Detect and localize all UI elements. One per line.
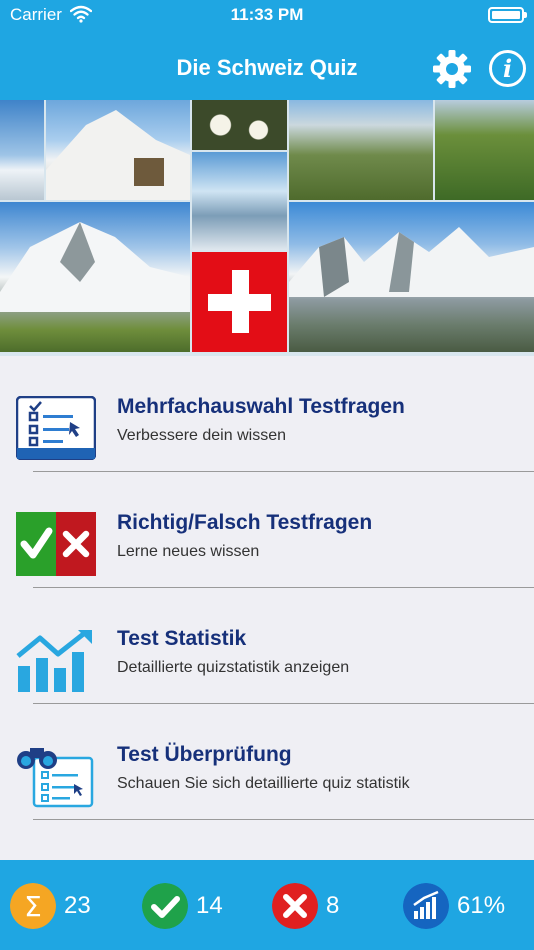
growth-chart-icon [403, 883, 449, 929]
alpine-peak-photo [0, 100, 44, 200]
alpine-flowers-photo [435, 100, 534, 200]
stat-wrong-value: 8 [326, 892, 340, 919]
menu-item-title: Mehrfachauswahl Testfragen [117, 395, 405, 418]
sum-glyph: Σ [24, 890, 42, 923]
edelweiss-photo [192, 100, 287, 150]
menu-item-review[interactable]: Test Überprüfung Schauen Sie sich detail… [0, 704, 534, 820]
mountain-peak-shape [0, 222, 190, 312]
monch-peak-photo [0, 202, 190, 352]
checklist-icon [16, 396, 96, 460]
review-binoculars-icon [17, 748, 94, 808]
menu-item-title: Test Überprüfung [117, 743, 292, 766]
sum-icon: Σ [10, 883, 56, 929]
eiger-monch-jungfrau-photo [289, 202, 534, 352]
battery-icon [488, 7, 527, 23]
info-icon[interactable]: i [489, 50, 526, 87]
status-bar: Carrier 11:33 PM [0, 0, 534, 30]
glacier-lake-photo [192, 152, 287, 250]
cross-icon [272, 883, 318, 929]
stat-percent-value: 61% [457, 892, 506, 919]
main-menu: Mehrfachauswahl Testfragen Verbessere de… [0, 356, 534, 860]
statistics-chart-icon [16, 630, 92, 692]
jungfraujoch-station-photo [46, 100, 190, 200]
menu-item-multiple-choice[interactable]: Mehrfachauswahl Testfragen Verbessere de… [0, 356, 534, 472]
menu-item-subtitle: Verbessere dein wissen [117, 427, 286, 444]
check-icon [142, 883, 188, 929]
menu-item-title: Richtig/Falsch Testfragen [117, 511, 373, 534]
stats-bar: Σ 23 14 8 61% [0, 860, 534, 950]
menu-item-statistics[interactable]: Test Statistik Detaillierte quizstatisti… [0, 588, 534, 704]
divider [33, 819, 534, 820]
flag-cross-horizontal [208, 294, 271, 311]
gear-icon[interactable] [432, 49, 472, 89]
menu-item-title: Test Statistik [117, 627, 247, 650]
stat-correct-value: 14 [196, 892, 223, 919]
swiss-flag [192, 252, 287, 352]
photo-collage [0, 100, 534, 356]
top-bar: Carrier 11:33 PM Die Schweiz Quiz i [0, 0, 534, 100]
status-time: 11:33 PM [230, 5, 304, 24]
menu-item-subtitle: Schauen Sie sich detaillierte quiz stati… [117, 775, 410, 792]
menu-item-subtitle: Lerne neues wissen [117, 543, 260, 560]
mountain-range-shape [289, 227, 534, 297]
menu-item-subtitle: Detaillierte quizstatistik anzeigen [117, 659, 350, 676]
menu-item-true-false[interactable]: Richtig/Falsch Testfragen Lerne neues wi… [0, 472, 534, 588]
true-false-icon [16, 512, 96, 576]
mountain-valley-photo [289, 100, 433, 200]
stat-total-value: 23 [64, 892, 91, 919]
mountain-snow-shape [46, 110, 190, 200]
